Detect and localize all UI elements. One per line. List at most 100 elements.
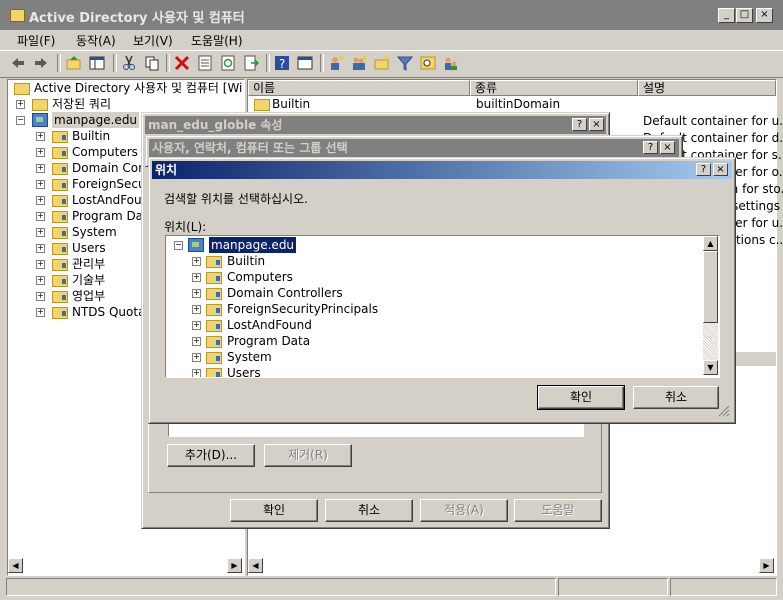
col-header-desc[interactable]: 설명 bbox=[638, 80, 776, 96]
ou-folder-icon bbox=[52, 211, 68, 223]
forward-icon[interactable] bbox=[33, 55, 49, 71]
col-header-type[interactable]: 종류 bbox=[470, 80, 638, 96]
ou-folder-icon bbox=[52, 195, 68, 207]
expand-icon[interactable]: + bbox=[36, 164, 45, 173]
cut-icon[interactable] bbox=[121, 55, 137, 71]
ou-folder-icon bbox=[206, 368, 222, 377]
collapse-icon[interactable]: − bbox=[174, 241, 183, 250]
list-scroll-right-button[interactable]: ▶ bbox=[759, 558, 774, 573]
scroll-right-button[interactable]: ▶ bbox=[227, 558, 242, 573]
domain-icon bbox=[32, 113, 48, 127]
list-scroll-left-button[interactable]: ◀ bbox=[248, 558, 263, 573]
properties-cancel-button[interactable]: 취소 bbox=[325, 499, 413, 522]
location-scroll-up-button[interactable]: ▲ bbox=[703, 236, 718, 251]
ou-folder-icon bbox=[52, 227, 68, 239]
expand-icon[interactable]: + bbox=[36, 244, 45, 253]
window-title: Active Directory 사용자 및 컴퓨터 bbox=[29, 11, 245, 26]
location-dialog: 위치 ? × 검색할 위치를 선택하십시오. 위치(L): − manpage.… bbox=[148, 157, 736, 424]
console-icon[interactable] bbox=[297, 55, 313, 71]
expand-icon[interactable]: + bbox=[192, 305, 201, 314]
copy-icon[interactable] bbox=[144, 55, 160, 71]
delete-icon[interactable] bbox=[174, 55, 190, 71]
properties-apply-button[interactable]: 적용(A) bbox=[420, 499, 508, 522]
location-scroll-thumb[interactable] bbox=[703, 251, 718, 323]
expand-icon[interactable]: + bbox=[36, 196, 45, 205]
minimize-button[interactable]: _ bbox=[718, 8, 735, 23]
expand-icon[interactable]: + bbox=[192, 257, 201, 266]
expand-icon[interactable]: + bbox=[36, 308, 45, 317]
expand-icon[interactable]: + bbox=[192, 353, 201, 362]
ad-folder-icon bbox=[10, 9, 25, 22]
ou-folder-icon bbox=[206, 352, 222, 364]
row-desc: Default container for u... bbox=[643, 114, 783, 128]
expand-icon[interactable]: + bbox=[36, 260, 45, 269]
location-ok-button[interactable]: 확인 bbox=[537, 385, 625, 410]
expand-icon[interactable]: + bbox=[192, 337, 201, 346]
add-to-group-icon[interactable] bbox=[443, 55, 459, 71]
status-cell-2 bbox=[558, 578, 668, 596]
menubar: 파일(F) 동작(A) 보기(V) 도움말(H) bbox=[0, 30, 783, 49]
add-member-button[interactable]: 추가(D)... bbox=[167, 444, 255, 467]
menu-file[interactable]: 파일(F) bbox=[17, 32, 55, 49]
export-icon[interactable] bbox=[243, 55, 259, 71]
properties-help-text-button[interactable]: 도움말 bbox=[514, 499, 602, 522]
ou-folder-icon bbox=[52, 147, 68, 159]
properties-help-button[interactable]: ? bbox=[572, 118, 587, 131]
expand-icon[interactable]: + bbox=[192, 273, 201, 282]
back-icon[interactable] bbox=[10, 55, 26, 71]
ou-folder-icon bbox=[52, 307, 68, 319]
row-type: builtinDomain bbox=[476, 97, 561, 111]
menu-help[interactable]: 도움말(H) bbox=[191, 32, 243, 49]
properties-close-button[interactable]: × bbox=[589, 118, 604, 131]
maximize-button[interactable]: □ bbox=[736, 8, 753, 23]
expand-icon[interactable]: + bbox=[16, 100, 25, 109]
ou-folder-icon bbox=[206, 288, 222, 300]
properties-ok-button[interactable]: 확인 bbox=[230, 499, 318, 522]
new-ou-icon[interactable] bbox=[374, 55, 390, 71]
show-tree-icon[interactable] bbox=[89, 55, 105, 71]
status-cell-main bbox=[6, 578, 556, 596]
expand-icon[interactable]: + bbox=[36, 212, 45, 221]
filter-icon[interactable] bbox=[397, 55, 413, 71]
ou-folder-icon bbox=[206, 304, 222, 316]
col-header-name[interactable]: 이름 bbox=[248, 80, 470, 96]
expand-icon[interactable]: + bbox=[36, 148, 45, 157]
expand-icon[interactable]: + bbox=[36, 180, 45, 189]
select-close-button[interactable]: × bbox=[660, 141, 675, 154]
location-tree[interactable]: − manpage.edu + Builtin + Computers + Domain … bbox=[165, 235, 720, 378]
location-help-button[interactable]: ? bbox=[696, 163, 711, 176]
location-close-button[interactable]: × bbox=[713, 163, 728, 176]
refresh-icon[interactable] bbox=[220, 55, 236, 71]
properties-dialog-title: man_edu_globle 속성 bbox=[145, 116, 606, 134]
close-button[interactable]: × bbox=[756, 8, 773, 23]
new-group-icon[interactable] bbox=[351, 55, 367, 71]
folder-icon bbox=[32, 99, 48, 111]
menu-view[interactable]: 보기(V) bbox=[133, 32, 173, 49]
expand-icon[interactable]: + bbox=[192, 321, 201, 330]
select-help-button[interactable]: ? bbox=[643, 141, 658, 154]
find-icon[interactable] bbox=[420, 55, 436, 71]
expand-icon[interactable]: + bbox=[192, 369, 201, 377]
ou-folder-icon bbox=[52, 259, 68, 271]
ou-folder-icon bbox=[52, 291, 68, 303]
snapin-icon bbox=[14, 83, 30, 95]
menu-action[interactable]: 동작(A) bbox=[76, 32, 116, 49]
row-name: Builtin bbox=[272, 97, 311, 111]
up-icon[interactable] bbox=[66, 55, 82, 71]
expand-icon[interactable]: + bbox=[36, 132, 45, 141]
table-row[interactable]: Builtin builtinDomain bbox=[248, 96, 776, 113]
location-cancel-button[interactable]: 취소 bbox=[633, 386, 719, 409]
help-icon[interactable]: ? bbox=[274, 55, 290, 71]
new-user-icon[interactable] bbox=[328, 55, 344, 71]
domain-icon bbox=[188, 238, 204, 252]
collapse-icon[interactable]: − bbox=[16, 116, 25, 125]
properties-icon[interactable] bbox=[197, 55, 213, 71]
resize-grip-icon[interactable] bbox=[718, 405, 730, 417]
expand-icon[interactable]: + bbox=[36, 228, 45, 237]
expand-icon[interactable]: + bbox=[192, 289, 201, 298]
expand-icon[interactable]: + bbox=[36, 276, 45, 285]
location-scroll-down-button[interactable]: ▼ bbox=[703, 360, 718, 375]
remove-member-button[interactable]: 제거(R) bbox=[264, 444, 352, 467]
scroll-left-button[interactable]: ◀ bbox=[8, 558, 23, 573]
expand-icon[interactable]: + bbox=[36, 292, 45, 301]
